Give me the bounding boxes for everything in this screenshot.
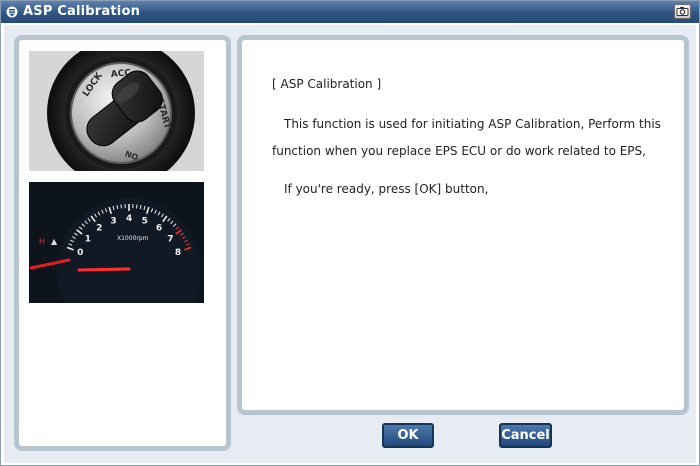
dialog-content: LOCK ACC START ON 012345678 H ▲ X1000rpm… [4, 25, 696, 463]
tachometer-tick-label: 3 [110, 216, 116, 226]
cancel-button[interactable]: Cancel [499, 423, 552, 448]
camera-button[interactable] [674, 4, 691, 19]
message-line-2: function when you replace EPS ECU or do … [272, 144, 646, 158]
window-title: ASP Calibration [23, 4, 141, 19]
message-heading: [ ASP Calibration ] [272, 77, 382, 91]
camera-icon [676, 7, 689, 16]
message-line-1: This function is used for initiating ASP… [284, 117, 661, 131]
down-arrow-icon [6, 6, 18, 18]
svg-text:▲: ▲ [51, 237, 58, 246]
tachometer-image: 012345678 H ▲ X1000rpm [29, 182, 204, 303]
title-bar[interactable]: ASP Calibration [1, 1, 699, 23]
dialog-window: ASP Calibration LOCK ACC START ON 0 1 2 … [0, 0, 700, 466]
tachometer-tick-label: 7 [167, 234, 173, 244]
tachometer-tick-label: 6 [156, 223, 162, 233]
image-panel: LOCK ACC START ON 012345678 H ▲ X1000rpm [14, 35, 231, 451]
ignition-switch-image: LOCK ACC START ON [29, 51, 204, 171]
tachometer-tick-label: 1 [85, 234, 91, 244]
message-line-3: If you're ready, press [OK] button, [284, 182, 489, 196]
tachometer-tick-label: 5 [142, 216, 148, 226]
tachometer-tick-label: 8 [175, 248, 181, 258]
message-panel: [ ASP Calibration ] This function is use… [237, 35, 689, 415]
ok-button[interactable]: OK [382, 423, 434, 448]
tachometer-tick-label: 0 [77, 248, 83, 258]
tachometer-unit: X1000rpm [117, 235, 149, 242]
svg-text:H: H [39, 237, 45, 246]
tachometer-tick-label: 2 [96, 223, 102, 233]
tachometer-tick-label: 4 [126, 214, 132, 224]
